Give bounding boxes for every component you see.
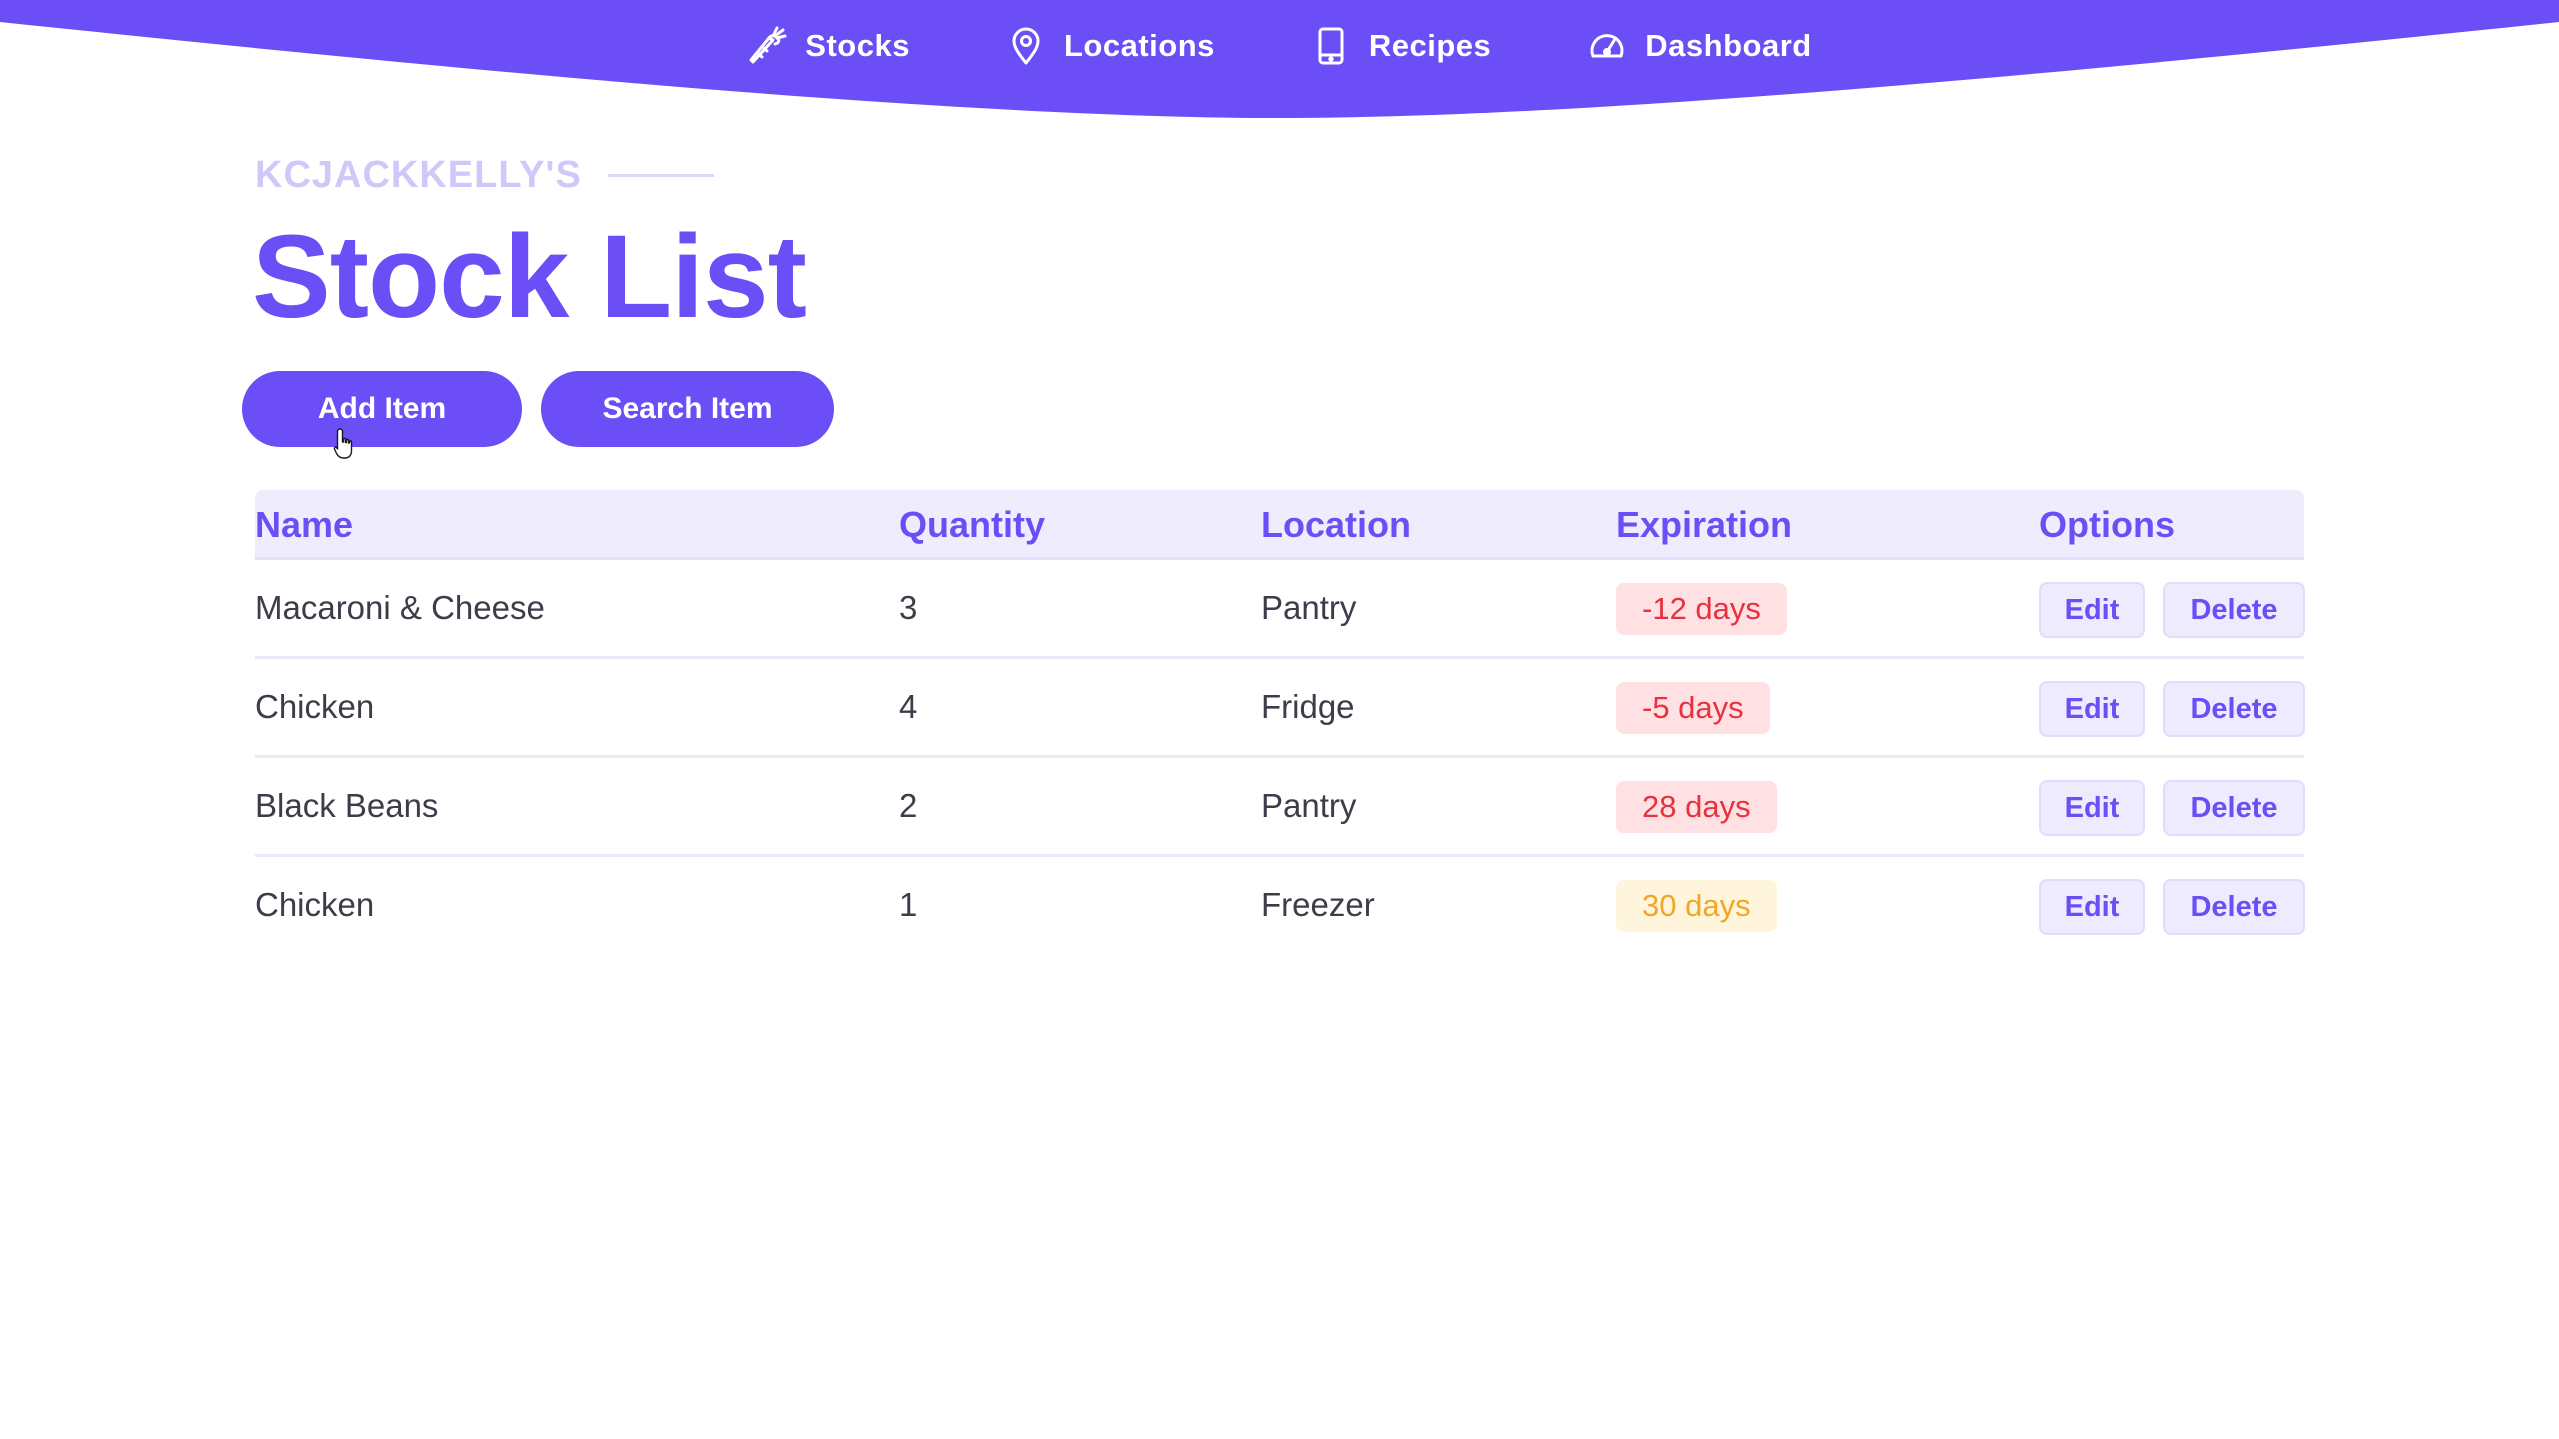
table-row: Black Beans 2 Pantry 28 days Edit Delete — [255, 758, 2305, 857]
map-pin-icon — [1006, 26, 1046, 66]
eyebrow-row: KCJACKKELLY'S — [255, 154, 714, 197]
delete-button[interactable]: Delete — [2163, 780, 2305, 836]
nav-label: Dashboard — [1645, 28, 1812, 63]
column-header-expiration: Expiration — [1616, 504, 1793, 545]
delete-button[interactable]: Delete — [2163, 879, 2305, 935]
nav-item-stocks[interactable]: Stocks — [747, 26, 910, 66]
carrot-icon — [747, 26, 787, 66]
owner-eyebrow: KCJACKKELLY'S — [255, 154, 582, 196]
item-name: Chicken — [255, 688, 375, 725]
column-header-options: Options — [2039, 504, 2175, 545]
row-options: Edit Delete — [2039, 560, 2309, 656]
eyebrow-divider — [607, 174, 714, 177]
expiration-badge: -12 days — [1616, 583, 1787, 635]
nav-label: Stocks — [805, 28, 910, 63]
edit-button[interactable]: Edit — [2039, 681, 2145, 737]
item-location: Fridge — [1261, 688, 1355, 725]
item-name: Black Beans — [255, 787, 439, 824]
search-item-button[interactable]: Search Item — [541, 371, 834, 447]
edit-button[interactable]: Edit — [2039, 582, 2145, 638]
nav-label: Recipes — [1368, 28, 1492, 63]
nav-label: Locations — [1063, 28, 1215, 63]
column-header-name: Name — [255, 504, 354, 545]
speedometer-icon — [1587, 26, 1627, 66]
expiration-badge: -5 days — [1616, 682, 1770, 734]
edit-button[interactable]: Edit — [2039, 780, 2145, 836]
item-quantity: 3 — [899, 589, 918, 626]
page-title: Stock List — [252, 211, 807, 343]
row-options: Edit Delete — [2039, 857, 2309, 953]
item-location: Freezer — [1261, 886, 1375, 923]
table-header: Name Quantity Location Expiration Option… — [255, 490, 2304, 560]
item-location: Pantry — [1261, 589, 1357, 626]
column-header-quantity: Quantity — [899, 504, 1046, 545]
item-name: Chicken — [255, 886, 375, 923]
item-location: Pantry — [1261, 787, 1357, 824]
table-row: Chicken 1 Freezer 30 days Edit Delete — [255, 857, 2305, 956]
tablet-icon — [1311, 26, 1351, 66]
nav-item-dashboard[interactable]: Dashboard — [1587, 26, 1811, 66]
row-options: Edit Delete — [2039, 758, 2309, 854]
add-item-button[interactable]: Add Item — [242, 371, 522, 447]
item-name: Macaroni & Cheese — [255, 589, 545, 626]
item-quantity: 2 — [899, 787, 918, 824]
stock-table: Name Quantity Location Expiration Option… — [255, 490, 2305, 956]
hand-pointer-cursor-icon — [333, 428, 353, 459]
nav-item-recipes[interactable]: Recipes — [1311, 26, 1491, 66]
expiration-badge: 28 days — [1616, 781, 1777, 833]
delete-button[interactable]: Delete — [2163, 582, 2305, 638]
delete-button[interactable]: Delete — [2163, 681, 2305, 737]
column-header-location: Location — [1261, 504, 1411, 545]
item-quantity: 1 — [899, 886, 918, 923]
top-navigation: Stocks Locations Recipes Dashboard — [0, 0, 2559, 125]
item-quantity: 4 — [899, 688, 918, 725]
nav-item-locations[interactable]: Locations — [1006, 26, 1215, 66]
row-options: Edit Delete — [2039, 659, 2309, 755]
table-row: Chicken 4 Fridge -5 days Edit Delete — [255, 659, 2305, 758]
table-row: Macaroni & Cheese 3 Pantry -12 days Edit… — [255, 560, 2305, 659]
edit-button[interactable]: Edit — [2039, 879, 2145, 935]
expiration-badge: 30 days — [1616, 880, 1777, 932]
